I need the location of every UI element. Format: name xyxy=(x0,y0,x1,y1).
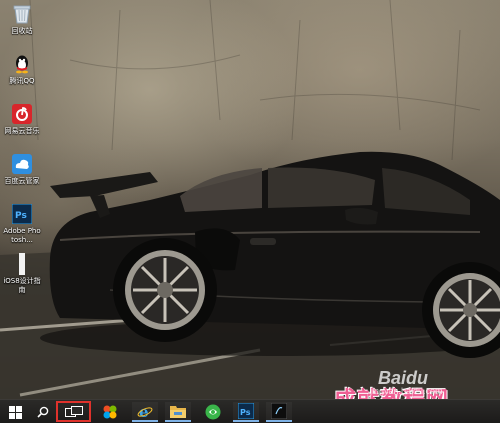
taskbar-app-internet-explorer[interactable]: e xyxy=(132,402,158,422)
desktop-icon-label: 回收站 xyxy=(11,27,33,35)
document-icon xyxy=(11,253,33,275)
task-view-icon xyxy=(65,406,83,417)
windows-start-icon xyxy=(8,405,22,419)
desktop-icon-qq[interactable]: 腾讯QQ xyxy=(2,53,42,86)
taskbar-app-dark[interactable] xyxy=(266,402,292,422)
desktop-icon-baidu-cloud[interactable]: 百度云管家 xyxy=(2,153,42,186)
taskbar-app-file-explorer[interactable] xyxy=(165,402,191,422)
taskbar-app-green[interactable] xyxy=(200,402,226,422)
start-button[interactable] xyxy=(3,402,27,422)
file-explorer-icon xyxy=(170,403,186,419)
search-button[interactable] xyxy=(32,402,54,422)
desktop-icon-netease-music[interactable]: 网易云音乐 xyxy=(2,103,42,136)
desktop-wallpaper xyxy=(0,0,500,399)
photoshop-icon: Ps xyxy=(238,403,254,419)
taskbar-app-photoshop[interactable]: Ps xyxy=(233,402,259,422)
recycle-bin-icon xyxy=(11,3,33,25)
desktop-icon-label: 网易云音乐 xyxy=(4,127,40,135)
dark-app-icon xyxy=(271,403,287,419)
search-icon xyxy=(37,406,49,418)
desktop-icon-label: 腾讯QQ xyxy=(9,77,35,85)
store-tiles-icon xyxy=(102,404,118,420)
desktop-icon-photoshop[interactable]: Ps Adobe Photosh... xyxy=(2,203,42,245)
photoshop-icon: Ps xyxy=(11,203,33,225)
watermark-url: jingyan.baidu.com xyxy=(370,386,443,396)
desktop-icon-recycle-bin[interactable]: 回收站 xyxy=(2,3,42,36)
desktop-icon-label: Adobe Photosh... xyxy=(3,227,41,244)
desktop-icon-ios8-guide[interactable]: iOS8设计指南 xyxy=(2,253,42,295)
desktop-icon-label: iOS8设计指南 xyxy=(3,277,41,294)
desktop-icon-label: 百度云管家 xyxy=(4,177,40,185)
baidu-cloud-icon xyxy=(11,153,33,175)
green-app-icon xyxy=(205,404,221,420)
wallpaper-car-image xyxy=(0,0,500,399)
task-view-button[interactable] xyxy=(60,402,88,422)
svg-text:Ps: Ps xyxy=(15,211,27,221)
netease-music-icon xyxy=(11,103,33,125)
taskbar-app-store[interactable] xyxy=(97,402,123,422)
qq-penguin-icon xyxy=(11,53,33,75)
taskbar: e Ps xyxy=(0,399,500,423)
internet-explorer-icon: e xyxy=(137,403,153,419)
svg-text:Ps: Ps xyxy=(240,408,251,417)
